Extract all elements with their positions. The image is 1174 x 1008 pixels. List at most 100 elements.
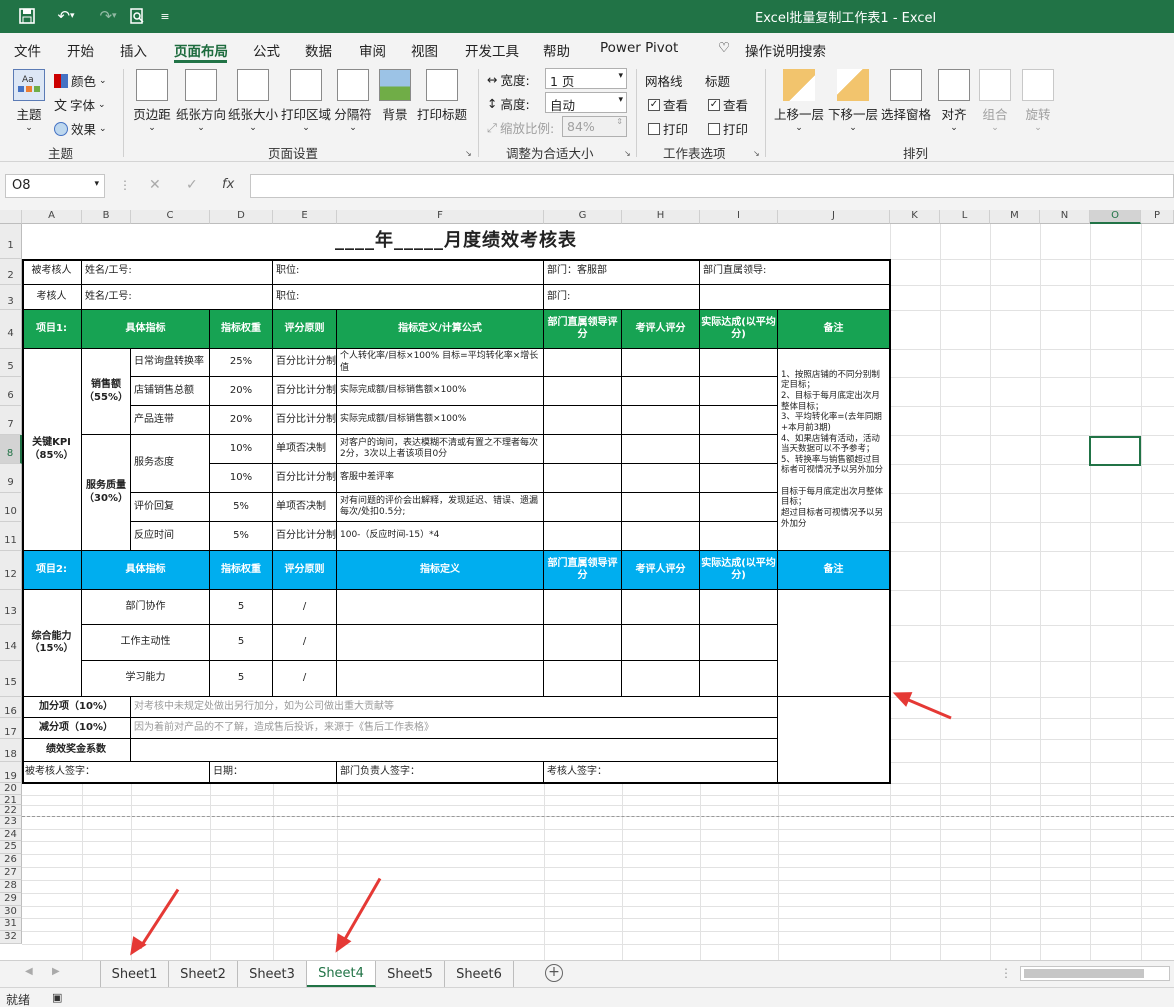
row-header[interactable]: 16 [0,697,22,718]
row-header[interactable]: 29 [0,893,22,906]
row-header[interactable]: 27 [0,867,22,880]
row-header[interactable]: 5 [0,349,22,377]
tab-developer[interactable]: 开发工具 [465,40,519,60]
print-titles-button[interactable]: 打印标题 [416,69,468,123]
row-header[interactable]: 2 [0,259,22,285]
row-header[interactable]: 19 [0,762,22,783]
gridlines-view-checkbox[interactable]: ✓ 查看 [648,95,688,114]
tell-me-search[interactable]: 操作说明搜索 [745,40,826,60]
row-header[interactable]: 26 [0,854,22,867]
rotate-button[interactable]: 旋转 ⌄ [1020,69,1056,133]
sheet-tab-6[interactable]: Sheet6 [445,961,514,987]
row-header[interactable]: 6 [0,377,22,406]
tab-file[interactable]: 文件 [14,40,41,60]
scroll-right-icon[interactable]: ▶ [52,966,60,977]
row-header[interactable]: 25 [0,841,22,854]
column-header[interactable]: G [544,210,622,224]
sheet-tab-2[interactable]: Sheet2 [169,961,238,987]
gridlines-print-checkbox[interactable]: 打印 [648,119,688,138]
row-header[interactable]: 3 [0,285,22,310]
tab-view[interactable]: 视图 [411,40,438,60]
dialog-launcher-icon[interactable]: ↘ [624,149,631,158]
orientation-button[interactable]: 纸张方向 ⌄ [176,69,226,133]
column-header[interactable]: J [778,210,890,224]
insert-function-icon[interactable]: fx [222,177,234,192]
column-header[interactable]: O [1090,210,1141,224]
row-header[interactable]: 7 [0,406,22,435]
horizontal-scrollbar[interactable] [1020,966,1170,981]
tab-split-icon[interactable]: ⋮ [1000,966,1012,980]
scale-input[interactable]: 84% ⇕ [562,116,627,137]
dialog-launcher-icon[interactable]: ↘ [753,149,760,158]
row-header[interactable]: 13 [0,590,22,625]
row-header[interactable]: 21 [0,795,22,806]
height-select[interactable]: 自动 ▾ [545,92,627,113]
print-area-button[interactable]: 打印区域 ⌄ [281,69,331,133]
redo-icon[interactable]: ↷ ▾ [90,6,126,26]
new-sheet-icon[interactable]: + [545,964,563,982]
tab-review[interactable]: 审阅 [359,40,386,60]
colors-button[interactable]: 颜色 ⌄ [54,71,107,90]
size-button[interactable]: 纸张大小 ⌄ [228,69,278,133]
row-header[interactable]: 1 [0,224,22,259]
sheet-tab-5[interactable]: Sheet5 [376,961,445,987]
name-box[interactable]: O8 ▾ [5,174,105,198]
row-header[interactable]: 8 [0,435,22,464]
background-button[interactable]: 背景 [378,69,412,123]
tab-help[interactable]: 帮助 [543,40,570,60]
tab-home[interactable]: 开始 [67,40,94,60]
row-header[interactable]: 11 [0,522,22,551]
row-header[interactable]: 9 [0,464,22,493]
column-header[interactable]: M [990,210,1040,224]
dialog-launcher-icon[interactable]: ↘ [465,149,472,158]
sheet-tab-3[interactable]: Sheet3 [238,961,307,987]
headings-print-checkbox[interactable]: 打印 [708,119,748,138]
tab-formulas[interactable]: 公式 [253,40,280,60]
fonts-button[interactable]: 文字体 ⌄ [54,95,106,114]
scroll-left-icon[interactable]: ◀ [25,966,33,977]
row-header[interactable]: 20 [0,783,22,795]
enter-icon[interactable]: ✓ [186,177,198,193]
breaks-button[interactable]: 分隔符 ⌄ [333,69,373,133]
column-header[interactable]: P [1141,210,1174,224]
row-header[interactable]: 4 [0,310,22,349]
column-header[interactable]: L [940,210,990,224]
align-button[interactable]: 对齐 ⌄ [936,69,972,133]
column-header[interactable]: K [890,210,940,224]
worksheet-grid[interactable]: ABCDEFGHIJKLMNOP 1 2 3 4 5 6 7 8 9 10 11 12 13 14 15 16… [0,210,1174,960]
tab-data[interactable]: 数据 [305,40,332,60]
row-header[interactable]: 28 [0,880,22,893]
macro-record-icon[interactable]: ▣ [52,991,62,1004]
margins-button[interactable]: 页边距 ⌄ [130,69,174,133]
column-header[interactable]: I [700,210,778,224]
column-header[interactable]: E [273,210,337,224]
tab-page-layout[interactable]: 页面布局 [174,40,228,60]
row-header[interactable]: 24 [0,829,22,841]
column-header[interactable]: F [337,210,544,224]
column-header[interactable]: D [210,210,273,224]
row-header[interactable]: 12 [0,551,22,590]
row-header[interactable]: 30 [0,906,22,918]
send-backward-button[interactable]: 下移一层 ⌄ [827,69,879,133]
sheet-tab-1[interactable]: Sheet1 [101,961,169,987]
headings-view-checkbox[interactable]: ✓ 查看 [708,95,748,114]
width-select[interactable]: 1 页 ▾ [545,68,627,89]
group-button[interactable]: 组合 ⌄ [977,69,1013,133]
themes-button[interactable]: Aa 主题 ⌄ [8,69,50,133]
sheet-tab-4[interactable]: Sheet4 [307,961,376,987]
selection-pane-button[interactable]: 选择窗格 [880,69,932,123]
row-header[interactable]: 14 [0,625,22,661]
cancel-icon[interactable]: ✕ [149,177,161,193]
column-header[interactable]: C [131,210,210,224]
active-cell-selection[interactable] [1089,436,1141,466]
effects-button[interactable]: 效果 ⌄ [54,119,107,138]
row-header[interactable]: 32 [0,931,22,944]
tab-power-pivot[interactable]: Power Pivot [600,40,678,56]
save-icon[interactable] [16,6,38,26]
row-header[interactable]: 10 [0,493,22,522]
row-header[interactable]: 15 [0,661,22,697]
column-header[interactable]: B [82,210,131,224]
column-header[interactable]: H [622,210,700,224]
row-header[interactable]: 18 [0,739,22,762]
bring-forward-button[interactable]: 上移一层 ⌄ [773,69,825,133]
